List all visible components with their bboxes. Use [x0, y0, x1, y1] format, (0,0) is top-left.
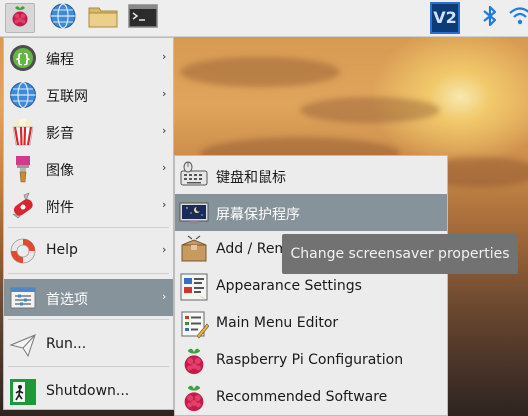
terminal-icon	[128, 3, 158, 33]
programming-icon: {}	[9, 44, 37, 72]
lifebuoy-icon	[9, 237, 37, 265]
submenu-item-main-menu-editor[interactable]: Main Menu Editor	[175, 305, 447, 342]
applications-menu: {} 编程 › 互联网 › 影音 › 图像 › 附件 › Help › 首选项 …	[3, 37, 174, 410]
menu-item-label: 图像	[46, 163, 74, 179]
raspberry-icon	[9, 4, 31, 32]
submenu-item-label: 键盘和鼠标	[216, 170, 286, 186]
menu-item-help[interactable]: Help ›	[4, 232, 173, 269]
menu-item-label: Shutdown...	[46, 383, 130, 399]
menu-separator	[8, 227, 169, 228]
menu-item-label: Help	[46, 242, 78, 258]
bluetooth-button[interactable]	[475, 3, 505, 33]
menu-item-label: 首选项	[46, 292, 88, 308]
svg-text:{}: {}	[15, 52, 31, 67]
package-icon	[179, 235, 209, 265]
exit-icon	[9, 378, 37, 406]
swiss-knife-icon	[9, 192, 37, 220]
submenu-item-label: Raspberry Pi Configuration	[216, 352, 404, 368]
menu-item-label: 附件	[46, 200, 74, 216]
submenu-arrow-icon: ›	[162, 50, 167, 63]
popcorn-icon	[9, 118, 37, 146]
menu-item-label: 影音	[46, 126, 74, 142]
menu-item-label: Run...	[46, 336, 87, 352]
submenu-item-recommended-software[interactable]: Recommended Software	[175, 379, 447, 416]
submenu-item-keyboard-mouse[interactable]: 键盘和鼠标	[175, 157, 447, 194]
menu-editor-icon	[179, 309, 209, 339]
wifi-icon	[508, 5, 528, 31]
submenu-item-label: Recommended Software	[216, 389, 388, 405]
submenu-arrow-icon: ›	[162, 290, 167, 303]
tooltip-text: Change screensaver properties	[290, 246, 510, 262]
folder-icon	[88, 3, 118, 33]
submenu-item-raspberry-pi-configuration[interactable]: Raspberry Pi Configuration	[175, 342, 447, 379]
menu-separator	[8, 366, 169, 367]
appearance-icon	[179, 272, 209, 302]
keyboard-mouse-icon	[179, 161, 209, 191]
screensaver-icon	[179, 198, 209, 228]
submenu-arrow-icon: ›	[162, 87, 167, 100]
globe-icon	[9, 81, 37, 109]
submenu-item-label: 屏幕保护程序	[216, 207, 300, 223]
menu-item-label: 互联网	[46, 89, 88, 105]
submenu-arrow-icon: ›	[162, 124, 167, 137]
applications-menu-button[interactable]	[5, 3, 35, 33]
web-browser-button[interactable]	[48, 3, 78, 33]
raspberry-icon	[179, 346, 209, 376]
menu-item-accessories[interactable]: 附件 ›	[4, 187, 173, 224]
preferences-submenu: 键盘和鼠标 屏幕保护程序 Add / Remove Software	[174, 155, 448, 416]
menu-item-sound-video[interactable]: 影音 ›	[4, 113, 173, 150]
submenu-item-label: Appearance Settings	[216, 278, 362, 294]
menu-separator	[8, 319, 169, 320]
menu-item-programming[interactable]: {} 编程 ›	[4, 39, 173, 76]
menu-item-run[interactable]: Run...	[4, 326, 173, 363]
paper-plane-icon	[9, 331, 37, 359]
menu-separator	[8, 273, 169, 274]
file-manager-button[interactable]	[88, 3, 118, 33]
raspberry-icon	[179, 383, 209, 413]
menu-item-preferences[interactable]: 首选项 ›	[4, 279, 173, 316]
globe-icon	[49, 2, 77, 34]
submenu-arrow-icon: ›	[162, 243, 167, 256]
submenu-item-label: Main Menu Editor	[216, 315, 339, 331]
terminal-button[interactable]	[128, 3, 158, 33]
submenu-item-screensaver[interactable]: 屏幕保护程序	[175, 194, 447, 231]
network-button[interactable]	[505, 3, 528, 33]
preferences-icon	[9, 284, 37, 312]
top-panel: V2	[0, 0, 528, 37]
bluetooth-icon	[481, 4, 499, 32]
submenu-arrow-icon: ›	[162, 161, 167, 174]
menu-item-label: 编程	[46, 52, 74, 68]
vnc-server-button[interactable]: V2	[430, 2, 460, 34]
paintbrush-icon	[9, 155, 37, 183]
tooltip: Change screensaver properties	[282, 234, 518, 274]
vnc-icon: V2	[430, 2, 460, 34]
submenu-arrow-icon: ›	[162, 198, 167, 211]
menu-item-graphics[interactable]: 图像 ›	[4, 150, 173, 187]
menu-item-shutdown[interactable]: Shutdown...	[4, 373, 173, 410]
menu-item-internet[interactable]: 互联网 ›	[4, 76, 173, 113]
